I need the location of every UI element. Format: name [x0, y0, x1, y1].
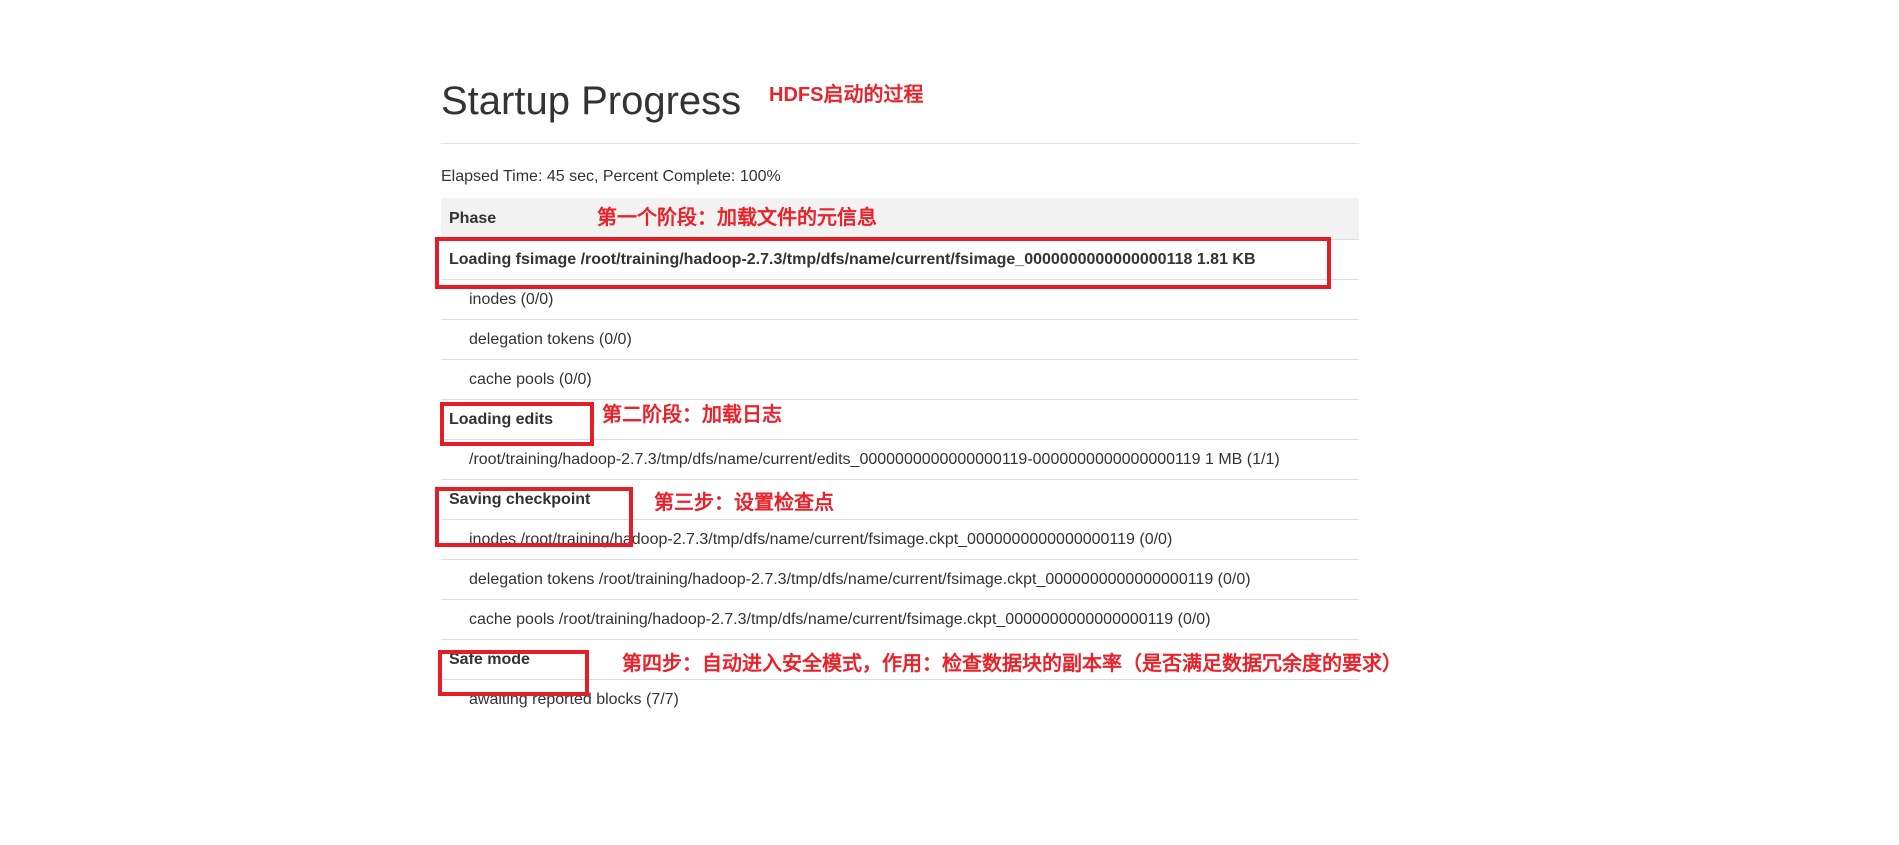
step-row: cache pools (0/0) [441, 359, 1359, 399]
annotation-stage4: 第四步：自动进入安全模式，作用：检查数据块的副本率（是否满足数据冗余度的要求） [622, 653, 1402, 675]
highlight-box-loading-fsimage [435, 237, 1331, 289]
table-header-row: Phase [441, 198, 1359, 239]
annotation-stage1: 第一个阶段：加载文件的元信息 [597, 207, 877, 229]
annotation-stage3: 第三步：设置检查点 [654, 492, 834, 514]
step-row: delegation tokens (0/0) [441, 319, 1359, 359]
page-title: Startup Progress [441, 79, 742, 123]
step-label: delegation tokens /root/training/hadoop-… [469, 571, 1251, 588]
phase-column-header: Phase [449, 210, 497, 227]
annotation-title-note: HDFS启动的过程 [769, 84, 924, 106]
step-row: cache pools /root/training/hadoop-2.7.3/… [441, 599, 1359, 639]
step-label: delegation tokens (0/0) [469, 331, 632, 348]
title-divider [441, 143, 1359, 144]
highlight-box-loading-edits [440, 402, 594, 446]
step-row: delegation tokens /root/training/hadoop-… [441, 559, 1359, 599]
step-label: /root/training/hadoop-2.7.3/tmp/dfs/name… [469, 451, 1280, 468]
highlight-box-saving-checkpoint [435, 487, 633, 547]
elapsed-time-text: Elapsed Time: 45 sec, Percent Complete: … [441, 168, 781, 185]
annotation-stage2: 第二阶段：加载日志 [602, 404, 782, 426]
step-label: cache pools (0/0) [469, 371, 592, 388]
step-label: cache pools /root/training/hadoop-2.7.3/… [469, 611, 1211, 628]
startup-progress-page: Startup Progress Elapsed Time: 45 sec, P… [0, 0, 1899, 845]
highlight-box-safe-mode [438, 650, 589, 696]
